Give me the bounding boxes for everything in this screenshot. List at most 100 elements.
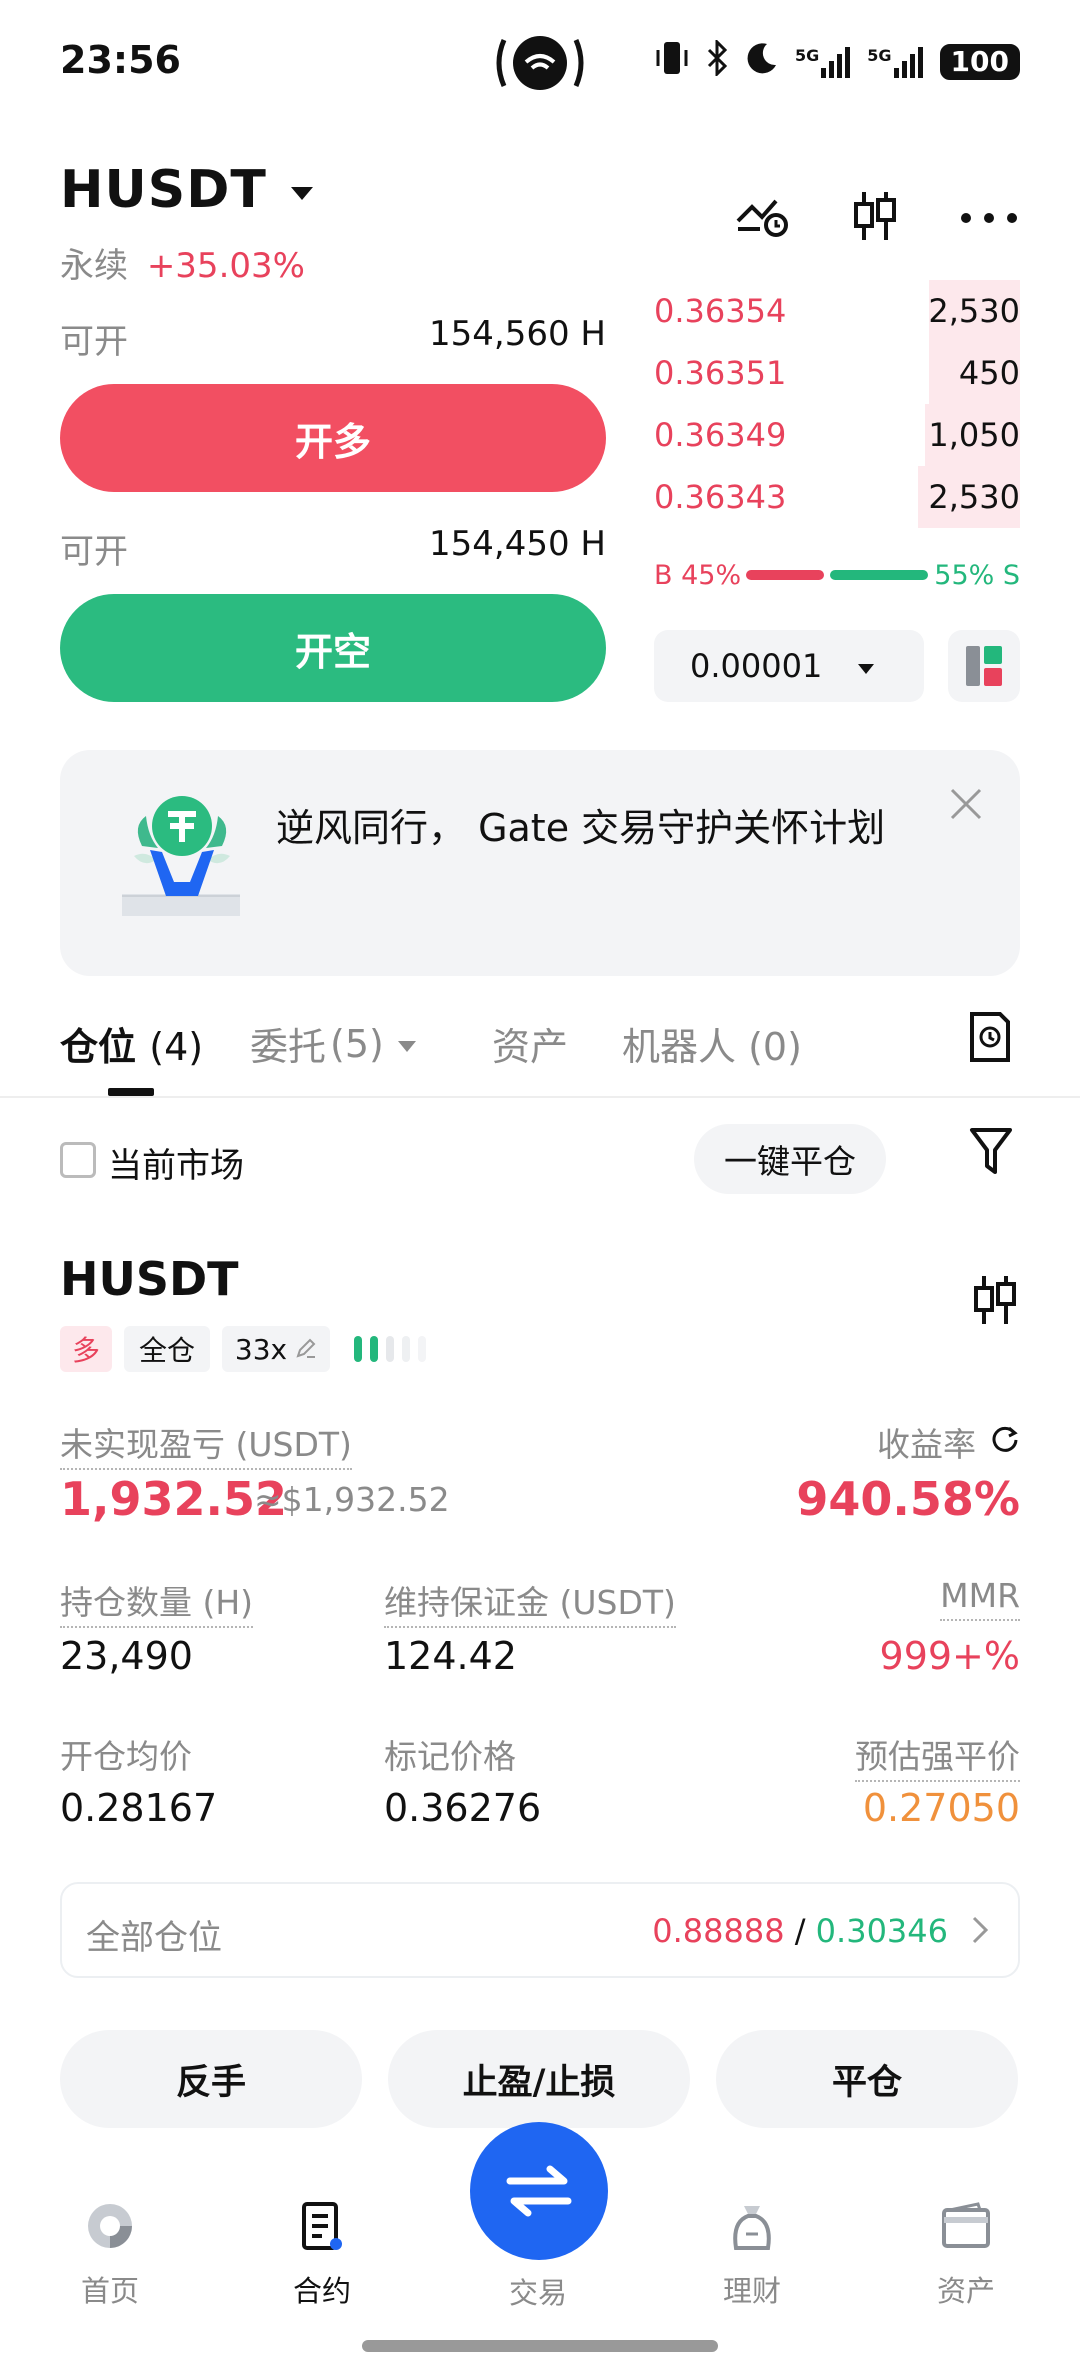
contract-icon xyxy=(302,2202,342,2250)
tab-assets[interactable]: 资产 xyxy=(492,1016,568,1071)
risk-level-icon xyxy=(352,1334,442,1368)
signal-icon-2: 5G xyxy=(867,46,923,78)
nav-trade[interactable]: 交易 xyxy=(478,2260,598,2312)
liq-price-label: 预估强平价 xyxy=(855,1730,1020,1782)
entry-price-label: 开仓均价 xyxy=(60,1737,192,1776)
all-positions-label: 全部仓位 xyxy=(86,1918,222,1958)
precision-value: 0.00001 xyxy=(690,647,823,685)
all-positions-row[interactable]: 全部仓位 0.88888 / 0.30346 xyxy=(60,1882,1020,1978)
ask-quantity: 2,530 xyxy=(928,292,1020,330)
hotspot-indicator xyxy=(490,28,590,98)
wallet-icon xyxy=(942,2202,990,2248)
mmr-label-text: MMR xyxy=(940,1576,1020,1621)
unrealized-pnl-label-text: 未实现盈亏 (USDT) xyxy=(60,1425,352,1470)
ask-quantity: 450 xyxy=(958,354,1020,392)
promo-banner[interactable]: 逆风同行， Gate 交易守护关怀计划 xyxy=(60,750,1020,976)
liq-price-value: 0.27050 xyxy=(862,1786,1020,1830)
history-icon[interactable] xyxy=(966,1010,1014,1068)
usdt-care-icon xyxy=(112,786,252,930)
open-short-button[interactable]: 开空 xyxy=(60,594,606,702)
nav-home-label: 首页 xyxy=(80,2274,139,2308)
ask-price: 0.36349 xyxy=(654,416,787,454)
refresh-icon xyxy=(990,1423,1020,1462)
buy-sell-ratio: B 45% 55% S xyxy=(654,560,1020,591)
orderbook-ask-row[interactable]: 0.36343 2,530 xyxy=(654,466,1020,528)
mark-price-label: 标记价格 xyxy=(384,1737,516,1776)
more-icon[interactable] xyxy=(960,209,1018,228)
contract-type: 永续 xyxy=(60,246,128,286)
price-change: +35.03% xyxy=(146,246,305,286)
leverage-value: 33x xyxy=(234,1332,288,1366)
status-icons: 5G 5G 100 xyxy=(655,38,1020,84)
short-available-value: 154,450 H xyxy=(429,524,606,564)
unrealized-pnl-label: 未实现盈亏 (USDT) xyxy=(60,1418,352,1470)
ask-price: 0.36343 xyxy=(654,478,787,516)
tab-positions-count: (4) xyxy=(149,1025,204,1069)
tab-orders-count: (5) xyxy=(330,1021,384,1066)
tab-bots-label: 机器人 xyxy=(622,1025,737,1069)
close-position-button[interactable]: 平仓 xyxy=(716,2030,1018,2128)
tab-positions-label: 仓位 xyxy=(60,1025,137,1069)
roe-label-text: 收益率 xyxy=(877,1425,976,1464)
orderbook-ask-row[interactable]: 0.36351 450 xyxy=(654,342,1020,404)
nav-assets[interactable]: 资产 xyxy=(906,2198,1026,2310)
orderbook-layout-button[interactable] xyxy=(948,630,1020,702)
open-long-button[interactable]: 开多 xyxy=(60,384,606,492)
ask-quantity: 2,530 xyxy=(928,478,1020,516)
margin-mode-tag: 全仓 xyxy=(124,1326,210,1372)
roe-value: 940.58% xyxy=(796,1472,1020,1526)
nav-contract[interactable]: 合约 xyxy=(262,2198,382,2310)
contract-subtitle: 永续 +35.03% xyxy=(60,238,305,287)
vibrate-icon xyxy=(655,40,689,84)
leverage-tag[interactable]: 33x xyxy=(222,1326,330,1372)
all-positions-values: 0.88888 / 0.30346 xyxy=(652,1912,948,1950)
roe-label[interactable]: 收益率 xyxy=(877,1418,1020,1466)
signal-icon-1: 5G xyxy=(795,46,851,78)
banner-text: 逆风同行， Gate 交易守护关怀计划 xyxy=(276,806,886,850)
sell-ratio-bar xyxy=(830,570,928,580)
price-alert-icon[interactable] xyxy=(736,193,790,243)
candlestick-chart-icon[interactable] xyxy=(852,190,898,246)
home-icon xyxy=(88,2204,132,2248)
size-label: 持仓数量 (H) xyxy=(60,1576,254,1628)
tabs-divider xyxy=(0,1096,1080,1098)
tab-active-indicator xyxy=(108,1088,154,1096)
mmr-label: MMR xyxy=(940,1576,1020,1621)
nav-contract-label: 合约 xyxy=(292,2274,351,2308)
symbol-selector[interactable]: HUSDT xyxy=(60,160,313,220)
tab-orders[interactable]: 委托 (5) xyxy=(250,1016,416,1071)
battery-icon: 100 xyxy=(939,44,1020,80)
entry-price-value: 0.28167 xyxy=(60,1786,218,1830)
reverse-button[interactable]: 反手 xyxy=(60,2030,362,2128)
current-market-checkbox[interactable] xyxy=(60,1142,96,1178)
tab-bots[interactable]: 机器人 (0) xyxy=(622,1016,802,1071)
home-indicator[interactable] xyxy=(362,2340,718,2352)
position-symbol: HUSDT xyxy=(60,1252,239,1306)
all-positions-green: 0.30346 xyxy=(815,1912,948,1950)
liq-price-label-text: 预估强平价 xyxy=(855,1737,1020,1782)
filter-icon[interactable] xyxy=(968,1126,1014,1182)
network-type-2: 5G xyxy=(867,46,892,65)
mark-price-value: 0.36276 xyxy=(384,1786,542,1830)
candlestick-chart-icon[interactable] xyxy=(972,1274,1018,1330)
trade-fab-button[interactable] xyxy=(470,2122,608,2260)
close-icon[interactable] xyxy=(948,786,984,826)
orderbook-ask-row[interactable]: 0.36349 1,050 xyxy=(654,404,1020,466)
bluetooth-icon xyxy=(705,38,729,84)
edit-icon xyxy=(295,1333,317,1366)
close-all-button[interactable]: 一键平仓 xyxy=(694,1124,886,1194)
buy-ratio-label: B 45% xyxy=(654,560,742,591)
unrealized-pnl-approx: ≈$1,932.52 xyxy=(254,1480,450,1519)
tab-orders-label: 委托 xyxy=(250,1025,327,1069)
nav-assets-label: 资产 xyxy=(936,2274,995,2308)
nav-home[interactable]: 首页 xyxy=(50,2198,170,2310)
current-market-label: 当前市场 xyxy=(108,1146,244,1186)
ask-price: 0.36354 xyxy=(654,292,787,330)
orderbook-ask-row[interactable]: 0.36354 2,530 xyxy=(654,280,1020,342)
tpsl-button[interactable]: 止盈/止损 xyxy=(388,2030,690,2128)
size-label-text: 持仓数量 (H) xyxy=(60,1583,254,1628)
all-positions-red: 0.88888 xyxy=(652,1912,785,1950)
tab-positions[interactable]: 仓位 (4) xyxy=(60,1016,203,1071)
nav-finance[interactable]: 理财 xyxy=(692,2198,812,2310)
precision-selector[interactable]: 0.00001 xyxy=(654,630,924,702)
